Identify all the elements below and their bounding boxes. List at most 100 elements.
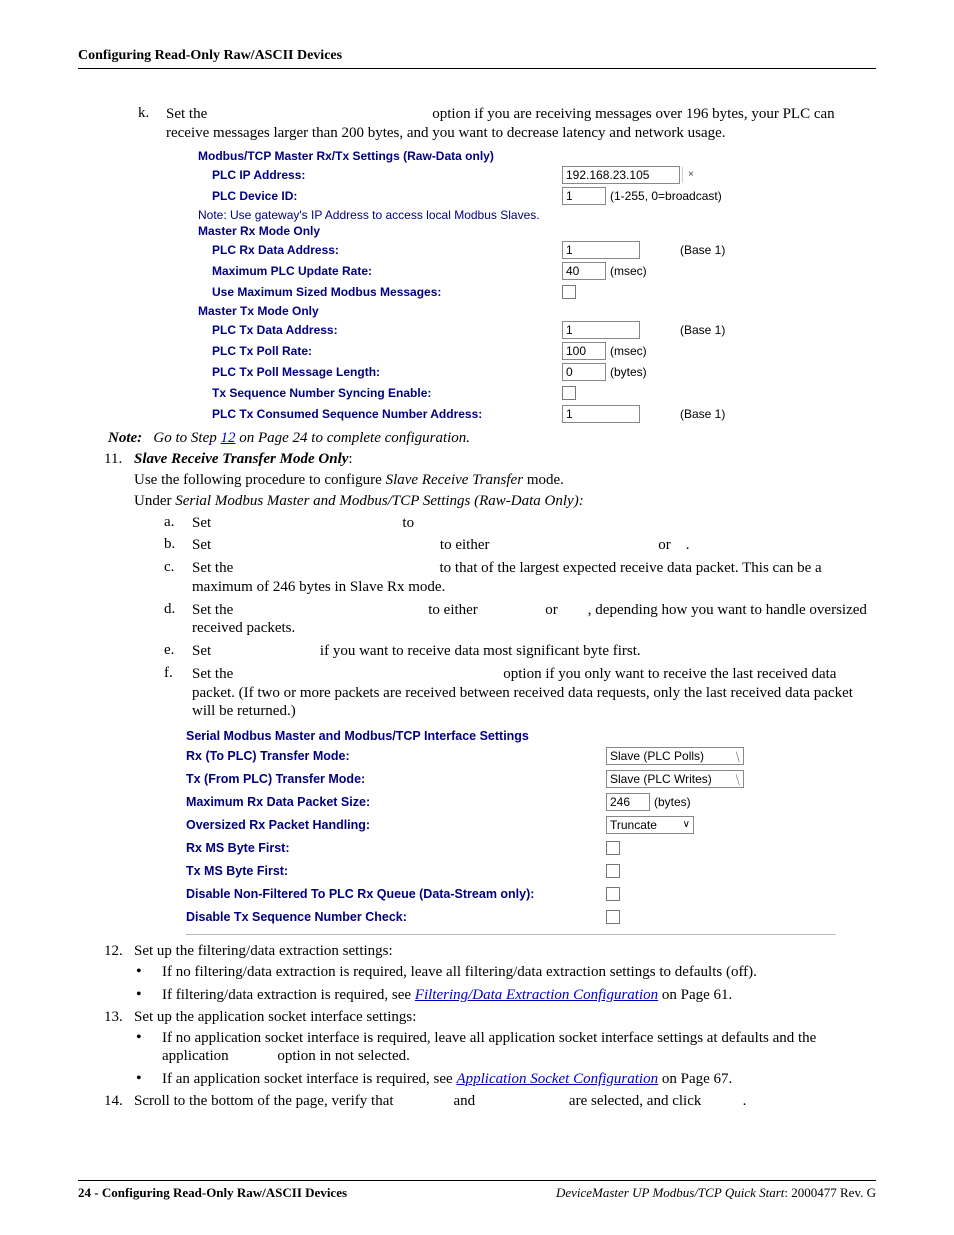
bullet-icon: •	[136, 1029, 162, 1067]
tx-addr-field[interactable]: 1	[562, 321, 640, 339]
max-rate-unit: (msec)	[610, 264, 647, 278]
devid-field[interactable]: 1	[562, 187, 606, 205]
tx-sync-label: Tx Sequence Number Syncing Enable:	[198, 386, 562, 400]
panel2-rule	[186, 934, 836, 935]
disable-nf-checkbox[interactable]	[606, 887, 620, 901]
clear-icon[interactable]: ×	[682, 167, 699, 183]
step-d-text: Set the to either or , depending how you…	[192, 601, 876, 639]
footer-right: DeviceMaster UP Modbus/TCP Quick Start: …	[556, 1185, 876, 1201]
step-11-line1: Use the following procedure to configure…	[134, 472, 876, 489]
step-b-marker: b.	[164, 536, 192, 555]
footer-rule	[78, 1180, 876, 1181]
step-14-text: Scroll to the bottom of the page, verify…	[134, 1093, 876, 1110]
rx-addr-base: (Base 1)	[680, 243, 725, 257]
bullet-icon: •	[136, 986, 162, 1005]
tx-addr-label: PLC Tx Data Address:	[198, 323, 562, 337]
step-12-marker: 12.	[104, 943, 134, 960]
step-a-marker: a.	[164, 514, 192, 533]
step-13: 13. Set up the application socket interf…	[104, 1009, 876, 1026]
note-after: on Page 24 to complete configuration.	[235, 430, 470, 446]
use-max-checkbox[interactable]	[562, 285, 576, 299]
disable-tx-checkbox[interactable]	[606, 910, 620, 924]
tx-section-heading: Master Tx Mode Only	[198, 304, 808, 318]
step-12-b1: If no filtering/data extraction is requi…	[162, 963, 876, 982]
note-label: Note:	[108, 430, 142, 446]
devid-label: PLC Device ID:	[198, 189, 562, 203]
filtering-link[interactable]: Filtering/Data Extraction Configuration	[415, 987, 658, 1003]
disable-tx-label: Disable Tx Sequence Number Check:	[186, 910, 606, 924]
step-11: 11. Slave Receive Transfer Mode Only: Us…	[104, 451, 876, 726]
step-k-marker: k.	[138, 105, 166, 143]
tx-mode-label: Tx (From PLC) Transfer Mode:	[186, 772, 606, 786]
max-rx-field[interactable]: 246	[606, 793, 650, 811]
tx-mode-select[interactable]: Slave (PLC Writes)	[606, 770, 744, 788]
step-11-marker: 11.	[104, 451, 134, 726]
chevron-down-icon: ∨	[683, 818, 690, 832]
step-b-text: Set to either or .	[192, 536, 876, 555]
step-13-b1: If no application socket interface is re…	[162, 1029, 876, 1067]
tx-poll-unit: (msec)	[610, 344, 647, 358]
step-13-lead: Set up the application socket interface …	[134, 1009, 876, 1026]
chevron-down-icon	[735, 772, 740, 787]
step-13-marker: 13.	[104, 1009, 134, 1026]
rx-mode-select[interactable]: Slave (PLC Polls)	[606, 747, 744, 765]
ip-label: PLC IP Address:	[198, 168, 562, 182]
tx-consumed-field[interactable]: 1	[562, 405, 640, 423]
step-e-text: Set if you want to receive data most sig…	[192, 642, 876, 661]
tx-poll-label: PLC Tx Poll Rate:	[198, 344, 562, 358]
step-f-marker: f.	[164, 665, 192, 721]
rx-msb-checkbox[interactable]	[606, 841, 620, 855]
rx-addr-label: PLC Rx Data Address:	[198, 243, 562, 257]
step-e-marker: e.	[164, 642, 192, 661]
socket-link[interactable]: Application Socket Configuration	[456, 1071, 658, 1087]
step-k-text: Set the option if you are receiving mess…	[166, 105, 876, 143]
chevron-down-icon	[735, 749, 740, 764]
step-a-text: Set to	[192, 514, 876, 533]
step-12: 12. Set up the filtering/data extraction…	[104, 943, 876, 960]
step-k: k. Set the option if you are receiving m…	[138, 105, 876, 143]
header-rule	[78, 68, 876, 69]
oversize-label: Oversized Rx Packet Handling:	[186, 818, 606, 832]
use-max-label: Use Maximum Sized Modbus Messages:	[198, 285, 562, 299]
tx-sync-checkbox[interactable]	[562, 386, 576, 400]
rx-addr-field[interactable]: 1	[562, 241, 640, 259]
tx-msglen-label: PLC Tx Poll Message Length:	[198, 365, 562, 379]
config-note: Note: Go to Step 12 on Page 24 to comple…	[108, 430, 876, 447]
step-14: 14. Scroll to the bottom of the page, ve…	[104, 1093, 876, 1110]
tx-addr-base: (Base 1)	[680, 323, 725, 337]
tx-msglen-field[interactable]: 0	[562, 363, 606, 381]
step-11-title: Slave Receive Transfer Mode Only	[134, 451, 348, 467]
step-13-b2: If an application socket interface is re…	[162, 1070, 876, 1089]
bullet-icon: •	[136, 1070, 162, 1089]
step-c-marker: c.	[164, 559, 192, 597]
ip-field[interactable]: 192.168.23.105	[562, 166, 680, 184]
tx-consumed-label: PLC Tx Consumed Sequence Number Address:	[198, 407, 562, 421]
bullet-icon: •	[136, 963, 162, 982]
tx-poll-field[interactable]: 100	[562, 342, 606, 360]
note-before: Go to Step	[153, 430, 220, 446]
tx-msb-label: Tx MS Byte First:	[186, 864, 606, 878]
interface-settings-panel: Serial Modbus Master and Modbus/TCP Inte…	[186, 729, 836, 928]
step-12-lead: Set up the filtering/data extraction set…	[134, 943, 876, 960]
footer-left: 24 - Configuring Read-Only Raw/ASCII Dev…	[78, 1185, 347, 1201]
max-rate-field[interactable]: 40	[562, 262, 606, 280]
step-12-link[interactable]: 12	[220, 430, 235, 446]
tx-msglen-unit: (bytes)	[610, 365, 647, 379]
modbus-settings-panel: Modbus/TCP Master Rx/Tx Settings (Raw-Da…	[198, 149, 808, 424]
rx-mode-label: Rx (To PLC) Transfer Mode:	[186, 749, 606, 763]
oversize-select[interactable]: Truncate∨	[606, 816, 694, 834]
disable-nf-label: Disable Non-Filtered To PLC Rx Queue (Da…	[186, 887, 606, 901]
gateway-note: Note: Use gateway's IP Address to access…	[198, 208, 808, 222]
page-header: Configuring Read-Only Raw/ASCII Devices	[78, 48, 876, 64]
rx-msb-label: Rx MS Byte First:	[186, 841, 606, 855]
step-f-text: Set the option if you only want to recei…	[192, 665, 876, 721]
devid-note: (1-255, 0=broadcast)	[610, 189, 722, 203]
step-11-colon: :	[348, 451, 352, 467]
panel2-heading: Serial Modbus Master and Modbus/TCP Inte…	[186, 729, 836, 743]
step-12-b2: If filtering/data extraction is required…	[162, 986, 876, 1005]
step-11-line2: Under Serial Modbus Master and Modbus/TC…	[134, 493, 876, 510]
tx-consumed-base: (Base 1)	[680, 407, 725, 421]
tx-msb-checkbox[interactable]	[606, 864, 620, 878]
max-rx-label: Maximum Rx Data Packet Size:	[186, 795, 606, 809]
max-rate-label: Maximum PLC Update Rate:	[198, 264, 562, 278]
